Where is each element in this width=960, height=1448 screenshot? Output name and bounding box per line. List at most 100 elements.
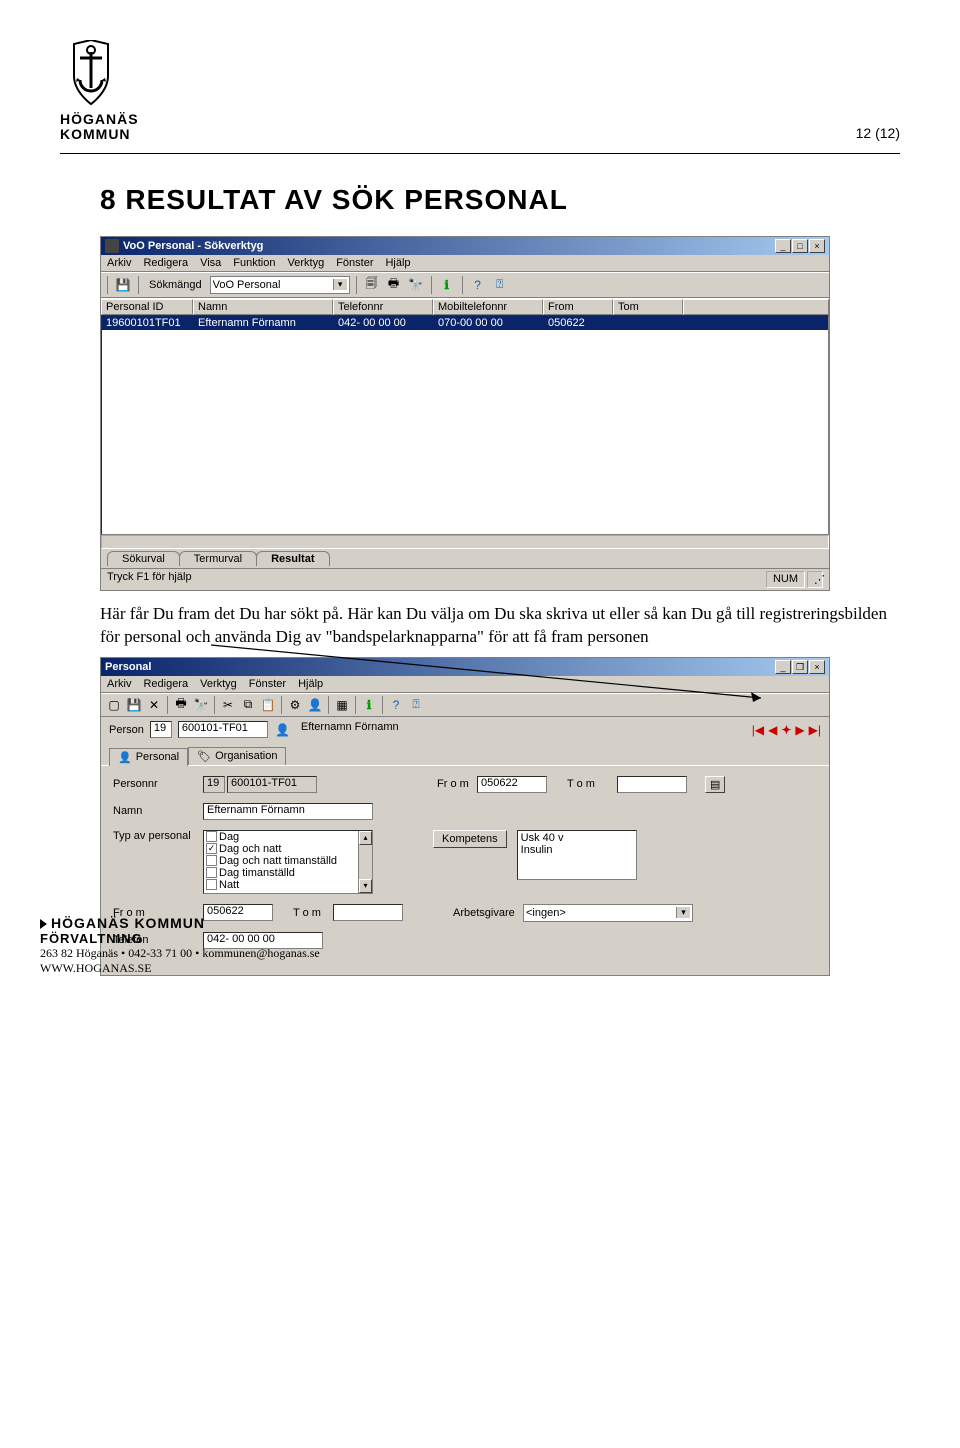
delete-icon[interactable]: ✕ bbox=[145, 696, 163, 714]
menu-verktyg[interactable]: Verktyg bbox=[288, 257, 325, 269]
restore-button[interactable]: ❐ bbox=[792, 660, 808, 674]
checkbox-icon[interactable] bbox=[206, 879, 217, 890]
menu-visa[interactable]: Visa bbox=[200, 257, 221, 269]
save-icon[interactable]: 💾 bbox=[125, 696, 143, 714]
close-button[interactable]: × bbox=[809, 239, 825, 253]
namn-field[interactable]: Efternamn Förnamn bbox=[203, 803, 373, 820]
calendar-icon[interactable]: ▦ bbox=[333, 696, 351, 714]
menu2-verktyg[interactable]: Verktyg bbox=[200, 678, 237, 690]
col-mobiltelefonnr[interactable]: Mobiltelefonnr bbox=[433, 299, 543, 315]
table-row-selected[interactable]: 19600101TF01 Efternamn Förnamn 042- 00 0… bbox=[102, 316, 828, 330]
print-preview-icon[interactable]: 🗐 bbox=[363, 276, 381, 294]
whatsthis-icon[interactable]: ⍰ bbox=[407, 696, 425, 714]
checkbox-icon[interactable] bbox=[206, 855, 217, 866]
typ-listbox[interactable]: Dag✓Dag och nattDag och natt timanställd… bbox=[203, 830, 373, 894]
binoculars-icon[interactable]: 🔭 bbox=[192, 696, 210, 714]
tom-field[interactable] bbox=[617, 776, 687, 793]
tool-icon[interactable]: ⚙ bbox=[286, 696, 304, 714]
maximize-button[interactable]: □ bbox=[792, 239, 808, 253]
status-left: Tryck F1 för hjälp bbox=[107, 571, 192, 588]
menu-funktion[interactable]: Funktion bbox=[233, 257, 275, 269]
info-icon[interactable]: ℹ bbox=[360, 696, 378, 714]
first-record-icon[interactable]: |◀ bbox=[752, 723, 764, 737]
close-button[interactable]: × bbox=[809, 660, 825, 674]
checkbox-icon[interactable]: ✓ bbox=[206, 843, 217, 854]
whatsthis-icon[interactable]: ⍰ bbox=[491, 276, 509, 294]
help-icon[interactable]: ? bbox=[469, 276, 487, 294]
binoculars-icon[interactable]: 🔭 bbox=[407, 276, 425, 294]
menu-arkiv[interactable]: Arkiv bbox=[107, 257, 131, 269]
typ-item[interactable]: Dag timanställd bbox=[204, 867, 372, 879]
scroll-down-icon[interactable]: ▾ bbox=[359, 879, 372, 893]
person-icon[interactable]: 👤 bbox=[306, 696, 324, 714]
col-tom[interactable]: Tom bbox=[613, 299, 683, 315]
print-icon[interactable]: 🖶 bbox=[172, 696, 190, 714]
minimize-button[interactable]: _ bbox=[775, 660, 791, 674]
paste-icon[interactable]: 📋 bbox=[259, 696, 277, 714]
col-namn[interactable]: Namn bbox=[193, 299, 333, 315]
col-personal-id[interactable]: Personal ID bbox=[101, 299, 193, 315]
person-century[interactable]: 19 bbox=[150, 721, 172, 738]
checkbox-icon[interactable] bbox=[206, 831, 217, 842]
menu2-hjalp[interactable]: Hjälp bbox=[298, 678, 323, 690]
tab-organisation[interactable]: 🏷 Organisation bbox=[188, 747, 286, 765]
col-from[interactable]: From bbox=[543, 299, 613, 315]
cut-icon[interactable]: ✂ bbox=[219, 696, 237, 714]
calendar-button[interactable]: ▤ bbox=[705, 776, 725, 793]
menu-bar-2[interactable]: Arkiv Redigera Verktyg Fönster Hjälp bbox=[101, 676, 829, 693]
last-record-icon[interactable]: ▶| bbox=[809, 723, 821, 737]
from-field[interactable]: 050622 bbox=[477, 776, 547, 793]
menu2-arkiv[interactable]: Arkiv bbox=[107, 678, 131, 690]
typ-item[interactable]: Natt bbox=[204, 879, 372, 891]
from-label: Fr o m bbox=[437, 778, 477, 790]
chevron-down-icon[interactable]: ▾ bbox=[676, 907, 690, 918]
info-icon[interactable]: ℹ bbox=[438, 276, 456, 294]
checkbox-icon[interactable] bbox=[206, 867, 217, 878]
new-record-icon[interactable]: ✦ bbox=[781, 723, 791, 737]
prev-record-icon[interactable]: ◀ bbox=[768, 723, 777, 737]
arbetsgivare-combo[interactable]: <ingen> ▾ bbox=[523, 904, 693, 922]
col-telefonnr[interactable]: Telefonnr bbox=[333, 299, 433, 315]
menu2-redigera[interactable]: Redigera bbox=[143, 678, 188, 690]
menu-hjalp[interactable]: Hjälp bbox=[385, 257, 410, 269]
cell-mobil: 070-00 00 00 bbox=[434, 316, 544, 330]
personnr-label: Personnr bbox=[113, 778, 203, 790]
chevron-down-icon[interactable]: ▾ bbox=[333, 279, 347, 290]
typ-item[interactable]: Dag och natt timanställd bbox=[204, 855, 372, 867]
results-grid[interactable]: 19600101TF01 Efternamn Förnamn 042- 00 0… bbox=[101, 315, 829, 535]
window-titlebar[interactable]: VoO Personal - Sökverktyg _ □ × bbox=[101, 237, 829, 255]
footer-website: WWW.HOGANAS.SE bbox=[40, 961, 320, 976]
save-icon[interactable]: 💾 bbox=[114, 276, 132, 294]
footer-triangle-icon bbox=[40, 919, 47, 929]
status-num: NUM bbox=[766, 571, 805, 588]
menu-bar[interactable]: Arkiv Redigera Visa Funktion Verktyg Fön… bbox=[101, 255, 829, 272]
tab-sokurval[interactable]: Sökurval bbox=[107, 551, 180, 566]
grid-column-headers[interactable]: Personal ID Namn Telefonnr Mobiltelefonn… bbox=[101, 298, 829, 315]
sokmangd-combo[interactable]: VoO Personal ▾ bbox=[210, 276, 350, 294]
kompetens-listbox[interactable]: Usk 40 v Insulin bbox=[517, 830, 637, 880]
print-icon[interactable]: 🖶 bbox=[385, 276, 403, 294]
menu-redigera[interactable]: Redigera bbox=[143, 257, 188, 269]
kompetens-button[interactable]: Kompetens bbox=[433, 830, 507, 848]
next-record-icon[interactable]: ▶ bbox=[795, 723, 804, 737]
scroll-up-icon[interactable]: ▴ bbox=[359, 831, 372, 845]
tab-personal[interactable]: 👤 Personal bbox=[109, 748, 188, 766]
menu2-fonster[interactable]: Fönster bbox=[249, 678, 286, 690]
window2-titlebar[interactable]: Personal _ ❐ × bbox=[101, 658, 829, 676]
lookup-person-icon[interactable]: 👤 bbox=[274, 721, 292, 739]
person-number[interactable]: 600101-TF01 bbox=[178, 721, 268, 738]
new-icon[interactable]: ▢ bbox=[105, 696, 123, 714]
typ-item[interactable]: Dag bbox=[204, 831, 372, 843]
listbox-scrollbar[interactable]: ▴ ▾ bbox=[358, 831, 372, 893]
menu-fonster[interactable]: Fönster bbox=[336, 257, 373, 269]
tom2-field[interactable] bbox=[333, 904, 403, 921]
tab-resultat[interactable]: Resultat bbox=[256, 551, 329, 566]
page-footer: HÖGANÄS KOMMUN FÖRVALTNING 263 82 Höganä… bbox=[40, 915, 320, 976]
minimize-button[interactable]: _ bbox=[775, 239, 791, 253]
help-icon[interactable]: ? bbox=[387, 696, 405, 714]
resize-grip-icon[interactable]: ⋰ bbox=[807, 571, 823, 588]
copy-icon[interactable]: ⧉ bbox=[239, 696, 257, 714]
tab-termurval[interactable]: Termurval bbox=[179, 551, 257, 566]
horizontal-scrollbar[interactable] bbox=[101, 535, 829, 549]
typ-item[interactable]: ✓Dag och natt bbox=[204, 843, 372, 855]
